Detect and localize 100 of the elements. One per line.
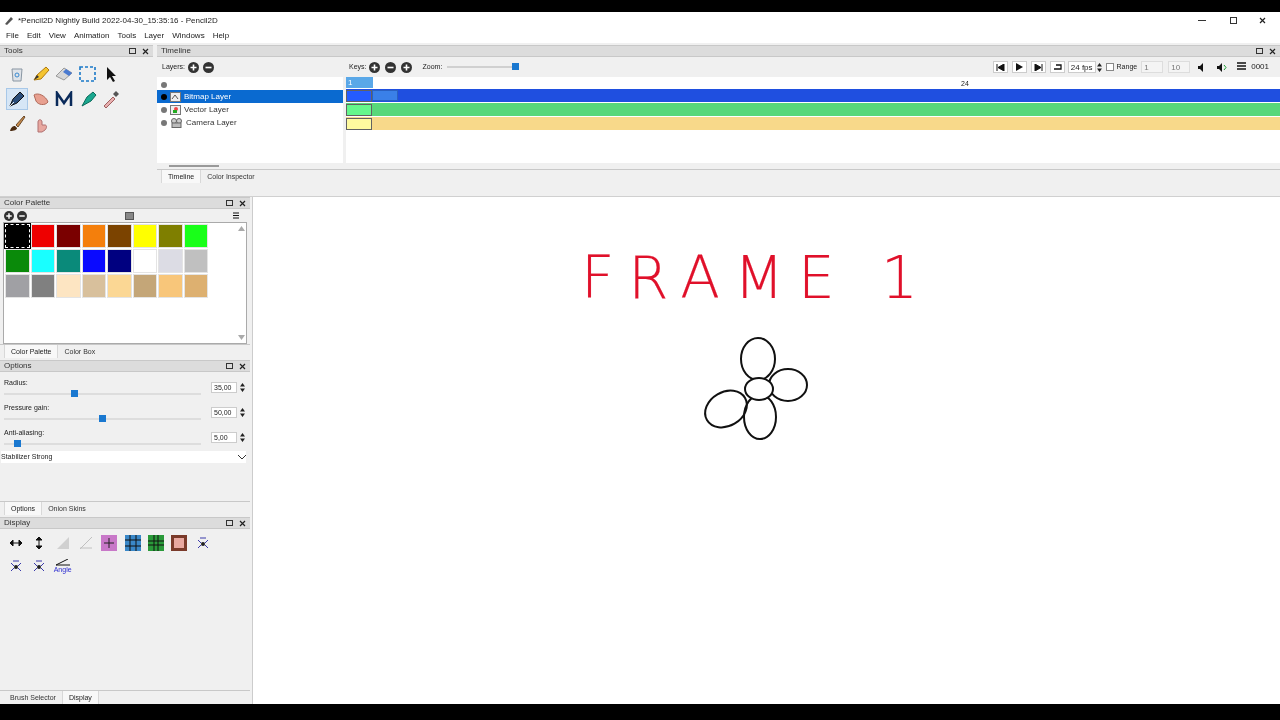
range-start-field[interactable]: 1: [1141, 61, 1164, 73]
panel-title: Color Palette: [4, 197, 51, 209]
color-swatch[interactable]: [81, 224, 106, 248]
color-swatch[interactable]: [132, 249, 157, 273]
color-swatch[interactable]: [5, 249, 30, 273]
color-swatch[interactable]: [158, 274, 183, 298]
layer-row[interactable]: Bitmap Layer: [157, 90, 343, 103]
menu-item[interactable]: Tools: [113, 30, 141, 42]
menu-item[interactable]: Layer: [140, 30, 169, 42]
play-button[interactable]: [1011, 61, 1027, 73]
spin-arrows-icon[interactable]: [239, 432, 246, 443]
previous-frame-button[interactable]: [992, 61, 1008, 73]
frame-number: 1: [346, 77, 373, 88]
range-checkbox[interactable]: [1105, 63, 1114, 71]
finger-icon: [31, 91, 50, 107]
color-swatch[interactable]: [56, 224, 81, 248]
color-swatch[interactable]: [30, 274, 55, 298]
float-icon[interactable]: [226, 520, 233, 526]
add-color-button[interactable]: [4, 210, 14, 221]
color-swatch[interactable]: [158, 224, 183, 248]
panel-title: Timeline: [161, 45, 191, 57]
float-icon[interactable]: [226, 200, 233, 206]
range-end-field[interactable]: 10: [1168, 61, 1191, 73]
close-icon[interactable]: [142, 47, 149, 55]
color-swatch[interactable]: [132, 274, 157, 298]
tool-button[interactable]: [6, 88, 28, 110]
menu-item[interactable]: Help: [208, 30, 234, 42]
menu-icon[interactable]: [233, 211, 240, 220]
panel-title: Options: [4, 360, 32, 372]
color-swatch[interactable]: [158, 249, 183, 273]
remove-color-button[interactable]: [17, 210, 27, 221]
close-icon[interactable]: [239, 519, 246, 527]
float-icon[interactable]: [1256, 48, 1263, 54]
menu-item[interactable]: Animation: [69, 30, 114, 42]
polyline-icon: [55, 91, 74, 107]
float-icon[interactable]: [226, 363, 233, 369]
layer-track[interactable]: [346, 117, 1280, 130]
loop-button[interactable]: [1049, 61, 1065, 73]
bin-icon: [10, 66, 24, 82]
color-swatch[interactable]: [132, 224, 157, 248]
layer-row[interactable]: Camera Layer: [157, 116, 343, 129]
close-icon[interactable]: [239, 362, 246, 370]
color-swatch[interactable]: [183, 224, 208, 248]
skip-forward-icon: [1033, 63, 1043, 71]
color-swatch[interactable]: [107, 249, 132, 273]
maximize-icon[interactable]: [1230, 17, 1237, 24]
color-swatch[interactable]: [183, 249, 208, 273]
keyframe[interactable]: [346, 117, 372, 130]
menu-item[interactable]: File: [2, 30, 23, 42]
play-icon: [1015, 63, 1023, 71]
float-icon[interactable]: [129, 48, 136, 54]
fps-field[interactable]: 24 fps: [1067, 61, 1096, 73]
spin-arrows-icon[interactable]: [239, 382, 246, 393]
remove-key-button[interactable]: [385, 61, 397, 73]
color-swatch[interactable]: [56, 274, 81, 298]
eraser-icon: [55, 67, 74, 81]
app-icon: [4, 15, 14, 26]
chevron-down-icon: [238, 454, 246, 460]
handwritten-title: FRAME 1: [581, 243, 932, 313]
color-swatch[interactable]: [81, 249, 106, 273]
color-swatch[interactable]: [56, 249, 81, 273]
color-swatch[interactable]: [30, 224, 55, 248]
palette-image-icon[interactable]: [125, 211, 134, 220]
color-swatch[interactable]: [81, 274, 106, 298]
panel-title: Tools: [4, 45, 23, 57]
layer-track[interactable]: [346, 103, 1280, 116]
window-title: *Pencil2D Nightly Build 2022-04-30_15:35:16 - Pencil2D: [18, 14, 218, 27]
skip-back-icon: [995, 63, 1005, 71]
duplicate-key-button[interactable]: [401, 61, 413, 73]
zoom-slider[interactable]: [447, 63, 520, 71]
menu-item[interactable]: Windows: [168, 30, 209, 42]
pen-icon: [8, 90, 26, 108]
color-swatch[interactable]: [183, 274, 208, 298]
pointer-icon: [105, 66, 118, 82]
close-icon[interactable]: [1269, 47, 1276, 55]
grid-icon[interactable]: [145, 534, 167, 552]
close-icon[interactable]: [239, 199, 246, 207]
eyedropper-icon: [102, 90, 121, 108]
keyframe[interactable]: [346, 103, 372, 116]
pencil-icon: [31, 66, 50, 82]
menu-icon[interactable]: [1237, 62, 1248, 72]
spin-arrows-icon[interactable]: [239, 407, 246, 418]
remove-layer-button[interactable]: [202, 61, 214, 73]
spin-arrows-icon[interactable]: [1095, 61, 1103, 73]
panel-title: Display: [4, 517, 31, 529]
selection-rectangle-icon: [79, 66, 97, 82]
speaker-icon[interactable]: [1217, 62, 1228, 72]
layer-row[interactable]: Vector Layer: [157, 103, 343, 116]
close-icon[interactable]: [1259, 17, 1266, 24]
color-swatch[interactable]: [5, 274, 30, 298]
color-swatch[interactable]: [30, 249, 55, 273]
menu-item[interactable]: View: [44, 30, 70, 42]
menu-item[interactable]: Edit: [22, 30, 45, 42]
next-frame-button[interactable]: [1030, 61, 1046, 73]
color-swatch[interactable]: [107, 224, 132, 248]
add-layer-button[interactable]: [187, 61, 199, 73]
add-key-button[interactable]: [369, 61, 381, 73]
layer-type-icon: [170, 91, 181, 102]
drawing-canvas[interactable]: FRAME 1: [252, 197, 1280, 704]
color-swatch[interactable]: [107, 274, 132, 298]
